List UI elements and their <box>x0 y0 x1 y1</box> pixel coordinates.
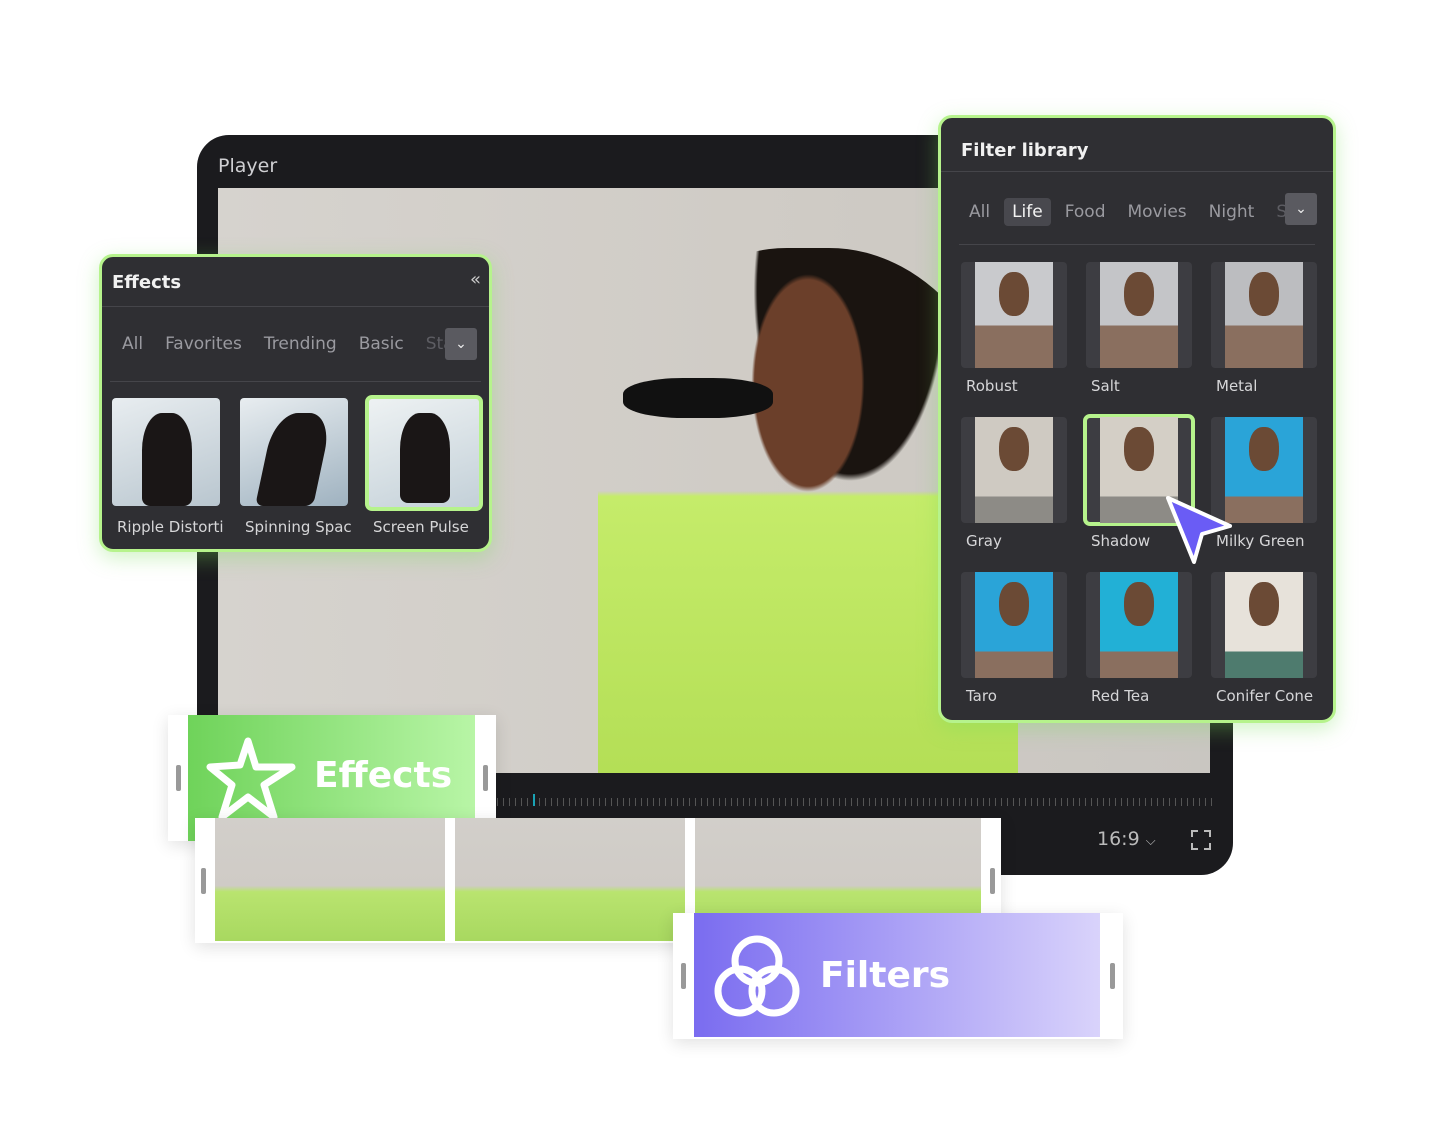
filter-label: Red Tea <box>1091 687 1150 705</box>
filter-label: Gray <box>966 532 1002 550</box>
star-icon <box>206 737 296 821</box>
aspect-ratio-dropdown[interactable]: 16:9 ⌵ <box>1097 828 1156 850</box>
filter-label: Salt <box>1091 377 1120 395</box>
filter-thumb[interactable] <box>961 417 1067 523</box>
tab-basic[interactable]: Basic <box>351 330 412 358</box>
filter-label: Taro <box>966 687 997 705</box>
filter-thumb[interactable] <box>1211 262 1317 368</box>
effects-panel: Effects « All Favorites Trending Basic S… <box>99 254 492 552</box>
tab-favorites[interactable]: Favorites <box>157 330 250 358</box>
tab-all[interactable]: All <box>961 198 998 226</box>
filter-preview-image <box>1225 417 1303 523</box>
filter-label: Shadow <box>1091 532 1151 550</box>
filter-tabs: All Life Food Movies Night Sc <box>961 198 1296 226</box>
clip-handle-right[interactable] <box>483 765 488 791</box>
effect-label: Screen Pulse <box>373 518 469 536</box>
fullscreen-icon[interactable] <box>1191 830 1211 850</box>
filters-clip-label: Filters <box>820 955 951 996</box>
filter-label: Conifer Cone <box>1216 687 1314 705</box>
filter-preview-image <box>975 262 1053 368</box>
filter-thumb[interactable] <box>1211 572 1317 678</box>
effects-title: Effects <box>112 272 182 293</box>
tab-night[interactable]: Night <box>1201 198 1263 226</box>
effect-thumb-ripple[interactable] <box>112 398 220 506</box>
filters-icon <box>714 935 800 1017</box>
clip-handle-right[interactable] <box>1110 963 1115 989</box>
filters-clip[interactable]: Filters <box>673 913 1123 1039</box>
tab-food[interactable]: Food <box>1057 198 1114 226</box>
effects-clip-label: Effects <box>314 755 453 796</box>
filter-library-panel: Filter library All Life Food Movies Nigh… <box>938 115 1336 723</box>
tab-all[interactable]: All <box>114 330 151 358</box>
filter-preview-image <box>1100 572 1178 678</box>
clip-handle-left[interactable] <box>176 765 181 791</box>
filter-library-title: Filter library <box>961 140 1089 161</box>
chevron-down-icon: ⌄ <box>455 336 467 352</box>
filter-label: Metal <box>1216 377 1258 395</box>
collapse-icon[interactable]: « <box>470 269 481 290</box>
filter-preview-image <box>1225 572 1303 678</box>
tabs-dropdown-button[interactable]: ⌄ <box>445 328 477 360</box>
filter-preview-image <box>975 417 1053 523</box>
filter-thumb[interactable] <box>1086 262 1192 368</box>
chevron-down-icon: ⌵ <box>1145 834 1156 849</box>
filter-thumb[interactable] <box>1086 572 1192 678</box>
effect-label: Ripple Distorti <box>117 518 224 536</box>
effects-tabs: All Favorites Trending Basic Sta <box>114 330 454 358</box>
tab-life[interactable]: Life <box>1004 198 1051 226</box>
filter-thumb[interactable] <box>961 262 1067 368</box>
filter-preview-image <box>975 572 1053 678</box>
filter-thumb[interactable] <box>961 572 1067 678</box>
filter-preview-image <box>1100 262 1178 368</box>
timeline-ruler[interactable] <box>497 798 1217 806</box>
tab-trending[interactable]: Trending <box>256 330 345 358</box>
clip-handle-right[interactable] <box>990 868 995 894</box>
playhead[interactable] <box>533 794 535 806</box>
clip-handle-left[interactable] <box>201 868 206 894</box>
tabs-dropdown-button[interactable]: ⌄ <box>1285 193 1317 225</box>
clip-handle-left[interactable] <box>681 963 686 989</box>
sunglasses <box>623 378 773 418</box>
effect-thumb-screen-pulse[interactable] <box>365 395 483 511</box>
filter-preview-image <box>1225 262 1303 368</box>
tab-movies[interactable]: Movies <box>1119 198 1194 226</box>
effect-thumb-spinning[interactable] <box>240 398 348 506</box>
filter-label: Robust <box>966 377 1018 395</box>
chevron-down-icon: ⌄ <box>1295 201 1307 217</box>
effect-label: Spinning Spac <box>245 518 352 536</box>
player-title: Player <box>218 155 278 177</box>
aspect-ratio-value: 16:9 <box>1097 828 1140 850</box>
mouse-cursor-icon <box>1166 496 1232 564</box>
